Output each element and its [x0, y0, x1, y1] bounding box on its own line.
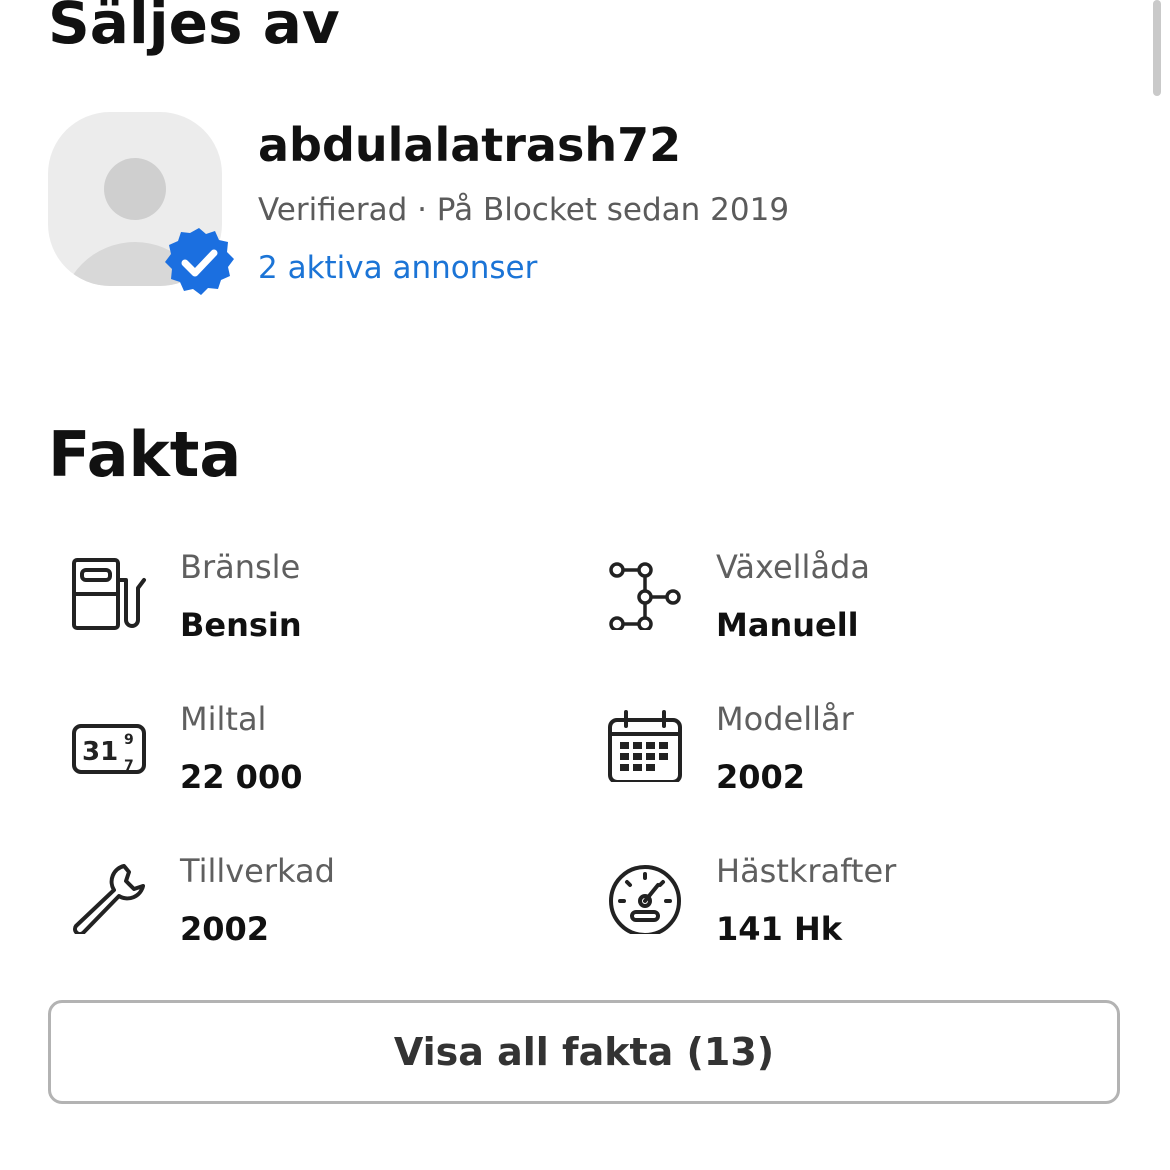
fact-gearbox: Växellåda Manuell: [608, 548, 1088, 660]
fact-horsepower: Hästkrafter 141 Hk: [608, 852, 1088, 964]
page: Säljes av abdulalatrash72 Verifierad · P…: [0, 0, 1170, 1170]
seller-section-title: Säljes av: [48, 0, 340, 57]
fact-value: 2002: [180, 910, 270, 948]
fact-value: 22 000: [180, 758, 303, 796]
fact-value: Manuell: [716, 606, 859, 644]
active-ads-link[interactable]: 2 aktiva annonser: [258, 250, 537, 286]
wrench-icon: [73, 864, 145, 934]
fact-value: 2002: [716, 758, 806, 796]
speedometer-icon: [609, 865, 681, 934]
svg-text:9: 9: [124, 732, 134, 748]
odometer-icon: 31 9 7: [72, 724, 146, 774]
fact-value: 141 Hk: [716, 910, 842, 948]
gearbox-icon: [609, 562, 681, 630]
fact-label: Hästkrafter: [716, 852, 897, 890]
fact-label: Modellår: [716, 700, 854, 738]
seller-meta: Verifierad · På Blocket sedan 2019: [258, 192, 790, 228]
fact-label: Bränsle: [180, 548, 301, 586]
fact-mileage: 31 9 7 Miltal 22 000: [72, 700, 552, 812]
fact-value: Bensin: [180, 606, 302, 644]
scrollbar[interactable]: [1153, 0, 1161, 96]
seller-name[interactable]: abdulalatrash72: [258, 118, 681, 172]
fact-label: Miltal: [180, 700, 267, 738]
svg-text:31: 31: [82, 737, 118, 767]
fact-manufactured: Tillverkad 2002: [72, 852, 552, 964]
fact-label: Växellåda: [716, 548, 870, 586]
calendar-icon: [608, 710, 682, 782]
facts-section-title: Fakta: [48, 418, 242, 491]
fact-model-year: Modellår 2002: [608, 700, 1088, 812]
avatar-head: [104, 158, 166, 220]
fact-label: Tillverkad: [180, 852, 335, 890]
verified-check-icon: [165, 228, 234, 295]
svg-text:7: 7: [124, 758, 134, 774]
fact-fuel: Bränsle Bensin: [72, 548, 552, 660]
show-all-facts-button[interactable]: Visa all fakta (13): [48, 1000, 1120, 1104]
fuel-pump-icon: [72, 558, 146, 630]
